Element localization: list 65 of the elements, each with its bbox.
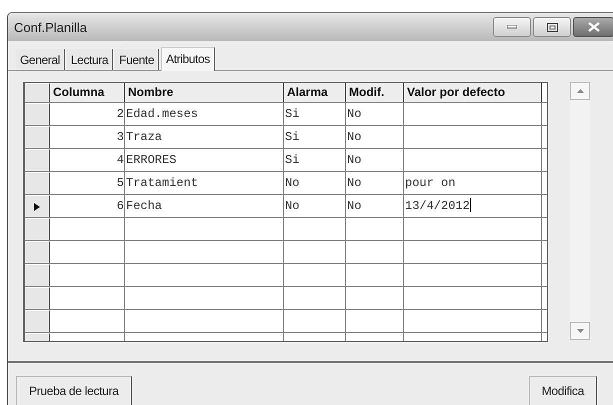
minimize-button[interactable] [493,17,531,37]
column-header[interactable]: Alarma [284,83,346,102]
maximize-icon [546,22,558,32]
table-cell: Edad.meses [126,107,198,121]
row-indicator[interactable] [25,218,50,240]
table-cell: 5 [116,176,124,190]
column-header[interactable]: Modif. [346,83,404,102]
table-cell: Si [285,153,300,167]
maximize-button[interactable] [533,17,571,37]
row-indicator[interactable] [25,241,50,263]
table-cell: No [347,153,362,167]
column-header[interactable]: Valor por defecto [404,83,542,102]
empty-table-row[interactable] [25,241,547,264]
table-cell: 2 [116,107,124,121]
table-row[interactable]: 6 Fecha No No 13/4/2012 [25,195,547,218]
row-indicator[interactable] [25,195,50,217]
table-row[interactable]: 4 ERRORES Si No [25,149,547,172]
table-row[interactable]: 2 Edad.meses Si No [25,103,547,126]
row-indicator[interactable] [25,287,50,309]
row-indicator[interactable] [25,149,50,171]
table-cell: Si [285,130,300,144]
up-arrow-icon [576,89,584,93]
row-indicator[interactable] [25,310,50,332]
table-cell: No [347,176,362,190]
empty-table-row[interactable] [25,264,547,287]
action-button[interactable]: Modifica [528,376,597,405]
tab[interactable]: Atributos [161,47,215,71]
down-arrow-icon [576,329,584,333]
table-cell: Fecha [126,199,162,213]
close-button[interactable] [573,17,613,37]
tab[interactable]: General [16,49,65,70]
table-cell: Tratamient [126,176,198,190]
row-indicator[interactable] [25,103,50,125]
action-button[interactable]: Prueba de lectura [16,376,132,405]
window-title: Conf.Planilla [14,20,87,34]
table-cell: pour on [405,176,456,190]
table-row[interactable]: 3 Traza Si No [25,126,547,149]
tab[interactable]: Lectura [66,49,114,70]
table-cell: No [347,130,362,144]
table-cell: 3 [116,130,124,144]
scroll-up-button[interactable] [570,82,590,100]
table-cell: 4 [116,153,124,167]
column-header[interactable]: Nombre [125,83,284,102]
row-indicator[interactable] [25,172,50,194]
minimize-icon [507,25,517,29]
table-cell: ERRORES [126,153,176,167]
close-icon [588,22,600,32]
table-cell: Si [285,107,300,121]
row-indicator[interactable] [25,126,50,148]
table-cell: No [285,176,300,190]
empty-table-row[interactable] [25,310,547,333]
table-cell: No [347,107,362,121]
table-cell: No [347,199,362,213]
table-cell: 13/4/2012 [405,199,470,213]
table-cell: 6 [116,199,124,213]
empty-table-row[interactable] [25,287,547,310]
table-cell: Traza [126,130,162,144]
scroll-down-button[interactable] [570,322,590,340]
current-row-icon [34,202,40,210]
table-row[interactable]: 5 Tratamient No No pour on [25,172,547,195]
table-cell: No [285,199,300,213]
tab[interactable]: Fuente [115,49,160,70]
scrollbar[interactable] [570,82,590,340]
row-indicator[interactable] [25,264,50,286]
column-header[interactable]: Columna [50,83,125,102]
